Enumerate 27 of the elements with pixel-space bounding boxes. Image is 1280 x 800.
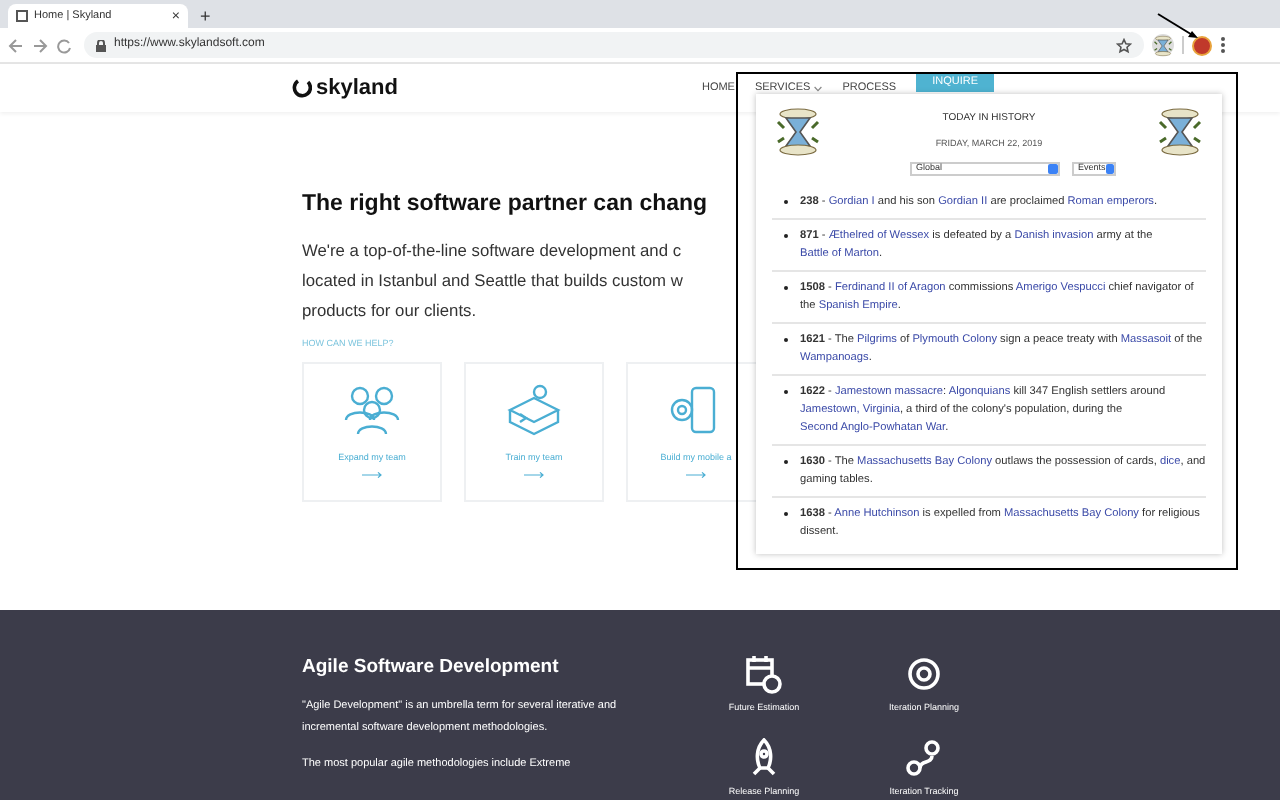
logo-icon	[292, 78, 312, 98]
cycle-icon	[904, 654, 944, 694]
caret-icon	[814, 85, 823, 91]
calendar-clock-icon	[744, 654, 784, 694]
intro-paragraph: We're a top-of-the-line software development and c located in Istanbul and Seattle that builds custom w products for our clients.	[302, 238, 683, 325]
star-icon[interactable]	[1116, 37, 1132, 53]
pointer-arrow	[1156, 12, 1200, 40]
people-icon	[342, 384, 402, 436]
back-icon[interactable]	[8, 37, 24, 53]
profile-avatar[interactable]	[1192, 35, 1212, 55]
hero-heading: The right software partner can chang	[302, 190, 708, 220]
logo-text: skyland	[316, 73, 398, 104]
arrow-icon	[524, 471, 544, 478]
box-icon	[504, 384, 564, 436]
arrow-icon	[686, 471, 706, 478]
extension-button[interactable]	[1152, 34, 1174, 56]
lock-icon	[96, 39, 106, 51]
hourglass-crest-icon	[772, 106, 824, 158]
section-title: Agile Software Development	[302, 654, 561, 682]
reload-icon[interactable]	[56, 37, 72, 53]
route-pin-icon	[904, 737, 944, 777]
hourglass-crest-icon	[1153, 106, 1206, 158]
forward-icon[interactable]	[32, 37, 48, 53]
menu-icon[interactable]	[1220, 36, 1226, 54]
page-icon	[16, 10, 28, 22]
new-tab-button[interactable]: +	[200, 4, 211, 28]
arrow-icon	[362, 471, 382, 478]
